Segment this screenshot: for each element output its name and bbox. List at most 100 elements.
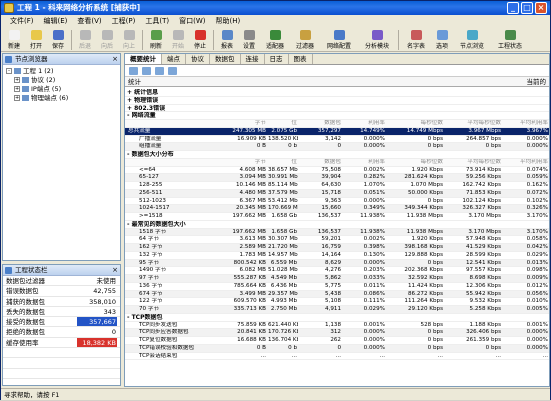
node-browse-button[interactable]: 节点浏览 [453,28,491,52]
stop-button[interactable]: 停止 [189,28,211,52]
section-title[interactable]: - TCP数据包 [125,314,525,321]
section-title[interactable]: - 数据包大小分布 [125,151,525,158]
cell-value: 3.967% [526,127,548,134]
analysis-module-button[interactable]: 分析模块 [358,28,396,52]
stat-row[interactable]: 广播流量 16.909 KB 138.520 Kb 3,142 0.000% 0 bps 2… [125,136,549,144]
tree-node[interactable]: + IP端点 (5) [6,85,117,94]
network-config-button[interactable]: 网络配置 [320,28,358,52]
title-bar[interactable]: 工程 1 - 科来网络分析系统 [捕获中] _ □ × [1,1,550,15]
tab-item[interactable]: 图表 [289,54,313,64]
stat-row[interactable]: 256-511 4.480 MB 37.579 Mb 15,718 0.051% 50.0… [125,189,549,198]
export-icon[interactable] [142,66,151,75]
stat-row[interactable]: 128-255 10.146 MB 85.114 Mb 64,630 1.070% 1.0… [125,182,549,190]
stat-row[interactable]: 162 字节 2.589 MB 21.720 Mb 16,759 0.398% 398.1… [125,244,549,252]
minimize-button[interactable]: _ [507,2,519,14]
tab-item[interactable]: 日志 [265,54,289,64]
options-icon[interactable] [155,66,164,75]
menu-item[interactable]: 工具(T) [140,16,174,26]
section-row[interactable]: - TCP数据包 [125,314,549,322]
options-button[interactable]: 选项 [431,28,453,52]
section-title[interactable]: - 最常见的数据包大小 [125,221,525,228]
column-header-row[interactable]: 字节 位 数据包 利用率 每秒位数 平均每秒位数 平均利用率 [125,120,549,128]
tree-node[interactable]: + 物理端点 (6) [6,94,117,103]
stat-row[interactable]: >=1518 197.662 MB 1.658 Gb 136,537 11.938% 11… [125,213,549,221]
view-icon[interactable] [129,66,138,75]
section-title[interactable]: - 网络流量 [125,112,525,119]
start-button[interactable]: 开始 [167,28,189,52]
section-row[interactable]: + 802.3错误 [125,105,549,113]
stat-row[interactable]: 136 字节 785.664 KB 6.436 Mb 5,775 0.011% 11.42… [125,283,549,291]
column-header-row[interactable]: 字节 位 数据包 利用率 每秒位数 平均每秒位数 平均利用率 [125,158,549,167]
menu-item[interactable]: 查看(V) [72,16,106,26]
tab-item[interactable]: 端点 [162,54,186,64]
section-row[interactable]: + 物理错误 [125,97,549,105]
section-row[interactable]: - 网络流量 [125,112,549,120]
section-title[interactable]: + 802.3错误 [125,105,525,112]
stat-row[interactable]: 1024-1517 20.345 MB 170.669 Mb 15,660 0.349%… [125,205,549,213]
stat-row[interactable]: TCP错误校验和数据包 0 B 0 b 0 0.000% 0 bps 0 bps 0.000% [125,344,549,353]
stat-row[interactable]: 95 字节 800.542 KB 6.559 Mb 8,629 0.000% 0 bps 1… [125,259,549,268]
stat-row[interactable]: 总共流量 247.305 MB 2.075 Gb 357,297 14.749% 14.7… [125,127,549,136]
cell-value: 6.436 Mb [270,282,297,289]
section-row[interactable]: - 数据包大小分布 [125,151,549,159]
menu-item[interactable]: 编辑(E) [39,16,73,26]
expand-icon[interactable]: + [14,77,20,83]
expand-icon[interactable]: + [14,95,20,101]
stat-row[interactable]: TCP同步应答数据包 20.841 KB 170.726 Kb 312 0.000% 0 … [125,329,549,337]
stat-row[interactable]: 1490 字节 6.082 MB 51.028 Mb 4,276 0.203% 202.3… [125,267,549,275]
current-column-header[interactable]: 当前的 [527,77,547,86]
menu-item[interactable]: 工程(P) [107,16,141,26]
filter-button[interactable]: 过滤器 [290,28,320,52]
stat-row[interactable]: TCP复位数据包 16.688 KB 136.704 Kb 262 0.000% 0 bp… [125,337,549,345]
menu-item[interactable]: 帮助(H) [210,16,245,26]
tree-node[interactable]: + 协议 (2) [6,76,117,85]
save-button[interactable]: 保存 [47,28,69,52]
stat-row[interactable]: 674 字节 3.499 MB 29.357 Mb 5,438 0.086% 86.272… [125,290,549,299]
tree-node[interactable]: - 工程 1 (2) [6,67,117,76]
stat-row[interactable]: 122 字节 609.570 KB 4.993 Mb 5,108 0.111% 111.2… [125,298,549,306]
tab-item[interactable]: 连接 [241,54,265,64]
stat-row[interactable]: 70 字节 335.713 KB 2.750 Mb 4,911 0.029% 29.120… [125,306,549,314]
new-button[interactable]: 新建 [3,28,25,52]
refresh-button[interactable]: 刷新 [145,28,167,52]
stats-column-header[interactable]: 统计 [128,77,141,86]
up-button[interactable]: 向上 [118,28,140,52]
stat-row[interactable]: TCP同步发送包 75.859 KB 621.440 Kb 1,138 0.001% 52… [125,322,549,330]
project-status-button[interactable]: 工程状态 [491,28,529,52]
close-button[interactable]: × [535,2,547,14]
stat-row[interactable]: TCP会话结束包..................... [125,353,549,361]
forward-button[interactable]: 向后 [96,28,118,52]
cell-value: 3.613 MB [239,236,266,243]
refresh-icon[interactable] [168,66,177,75]
open-button[interactable]: 打开 [25,28,47,52]
stat-row[interactable]: 组播流量 0 B 0 b 0 0.000% 0 bps 0 bps 0.000% [125,143,549,151]
tab-item[interactable]: 协议 [186,54,210,64]
status-row: 接受的数据包 357,667 [3,317,120,328]
tab-item[interactable]: 概要统计 [125,54,162,64]
report-button[interactable]: 报表 [216,28,238,52]
stat-row[interactable]: 1518 字节 197.662 MB 1.658 Gb 136,537 11.938% 1… [125,228,549,237]
panel-close-icon[interactable]: × [112,265,118,276]
stat-row[interactable]: 132 字节 1.783 MB 14.957 Mb 14,164 0.130% 129.8… [125,252,549,260]
expand-icon[interactable]: + [14,86,20,92]
stat-row[interactable]: <=64 4.608 MB 38.657 Mb 75,508 0.002% 1.920 K… [125,167,549,175]
settings-button[interactable]: 设置 [238,28,260,52]
section-row[interactable]: + 统计信息 [125,89,549,97]
panel-close-icon[interactable]: × [112,54,118,65]
name-table-button[interactable]: 名字表 [401,28,431,52]
stat-row[interactable]: 65-127 3.094 MB 30.991 Mb 39,904 0.282% 281.6… [125,174,549,182]
adapter-button[interactable]: 适配器 [260,28,290,52]
section-title[interactable]: + 统计信息 [125,89,525,96]
section-title[interactable]: + 物理错误 [125,97,525,104]
stat-row[interactable]: 64 字节 3.613 MB 30.307 Mb 59,201 0.002% 1.920 … [125,236,549,244]
menu-item[interactable]: 文件(F) [5,16,39,26]
cell-value: 平均利用率 [520,120,548,126]
section-row[interactable]: - 最常见的数据包大小 [125,221,549,229]
tab-item[interactable]: 数据包 [210,54,241,64]
expand-icon[interactable]: - [6,68,12,74]
menu-item[interactable]: 窗口(W) [174,16,210,26]
stat-row[interactable]: 97 字节 555.287 KB 4.549 Mb 5,862 0.033% 32.592… [125,275,549,283]
back-button[interactable]: 后退 [74,28,96,52]
stat-row[interactable]: 512-1023 6.367 MB 53.412 Mb 9,363 0.000% 0 bp… [125,198,549,206]
maximize-button[interactable]: □ [521,2,533,14]
